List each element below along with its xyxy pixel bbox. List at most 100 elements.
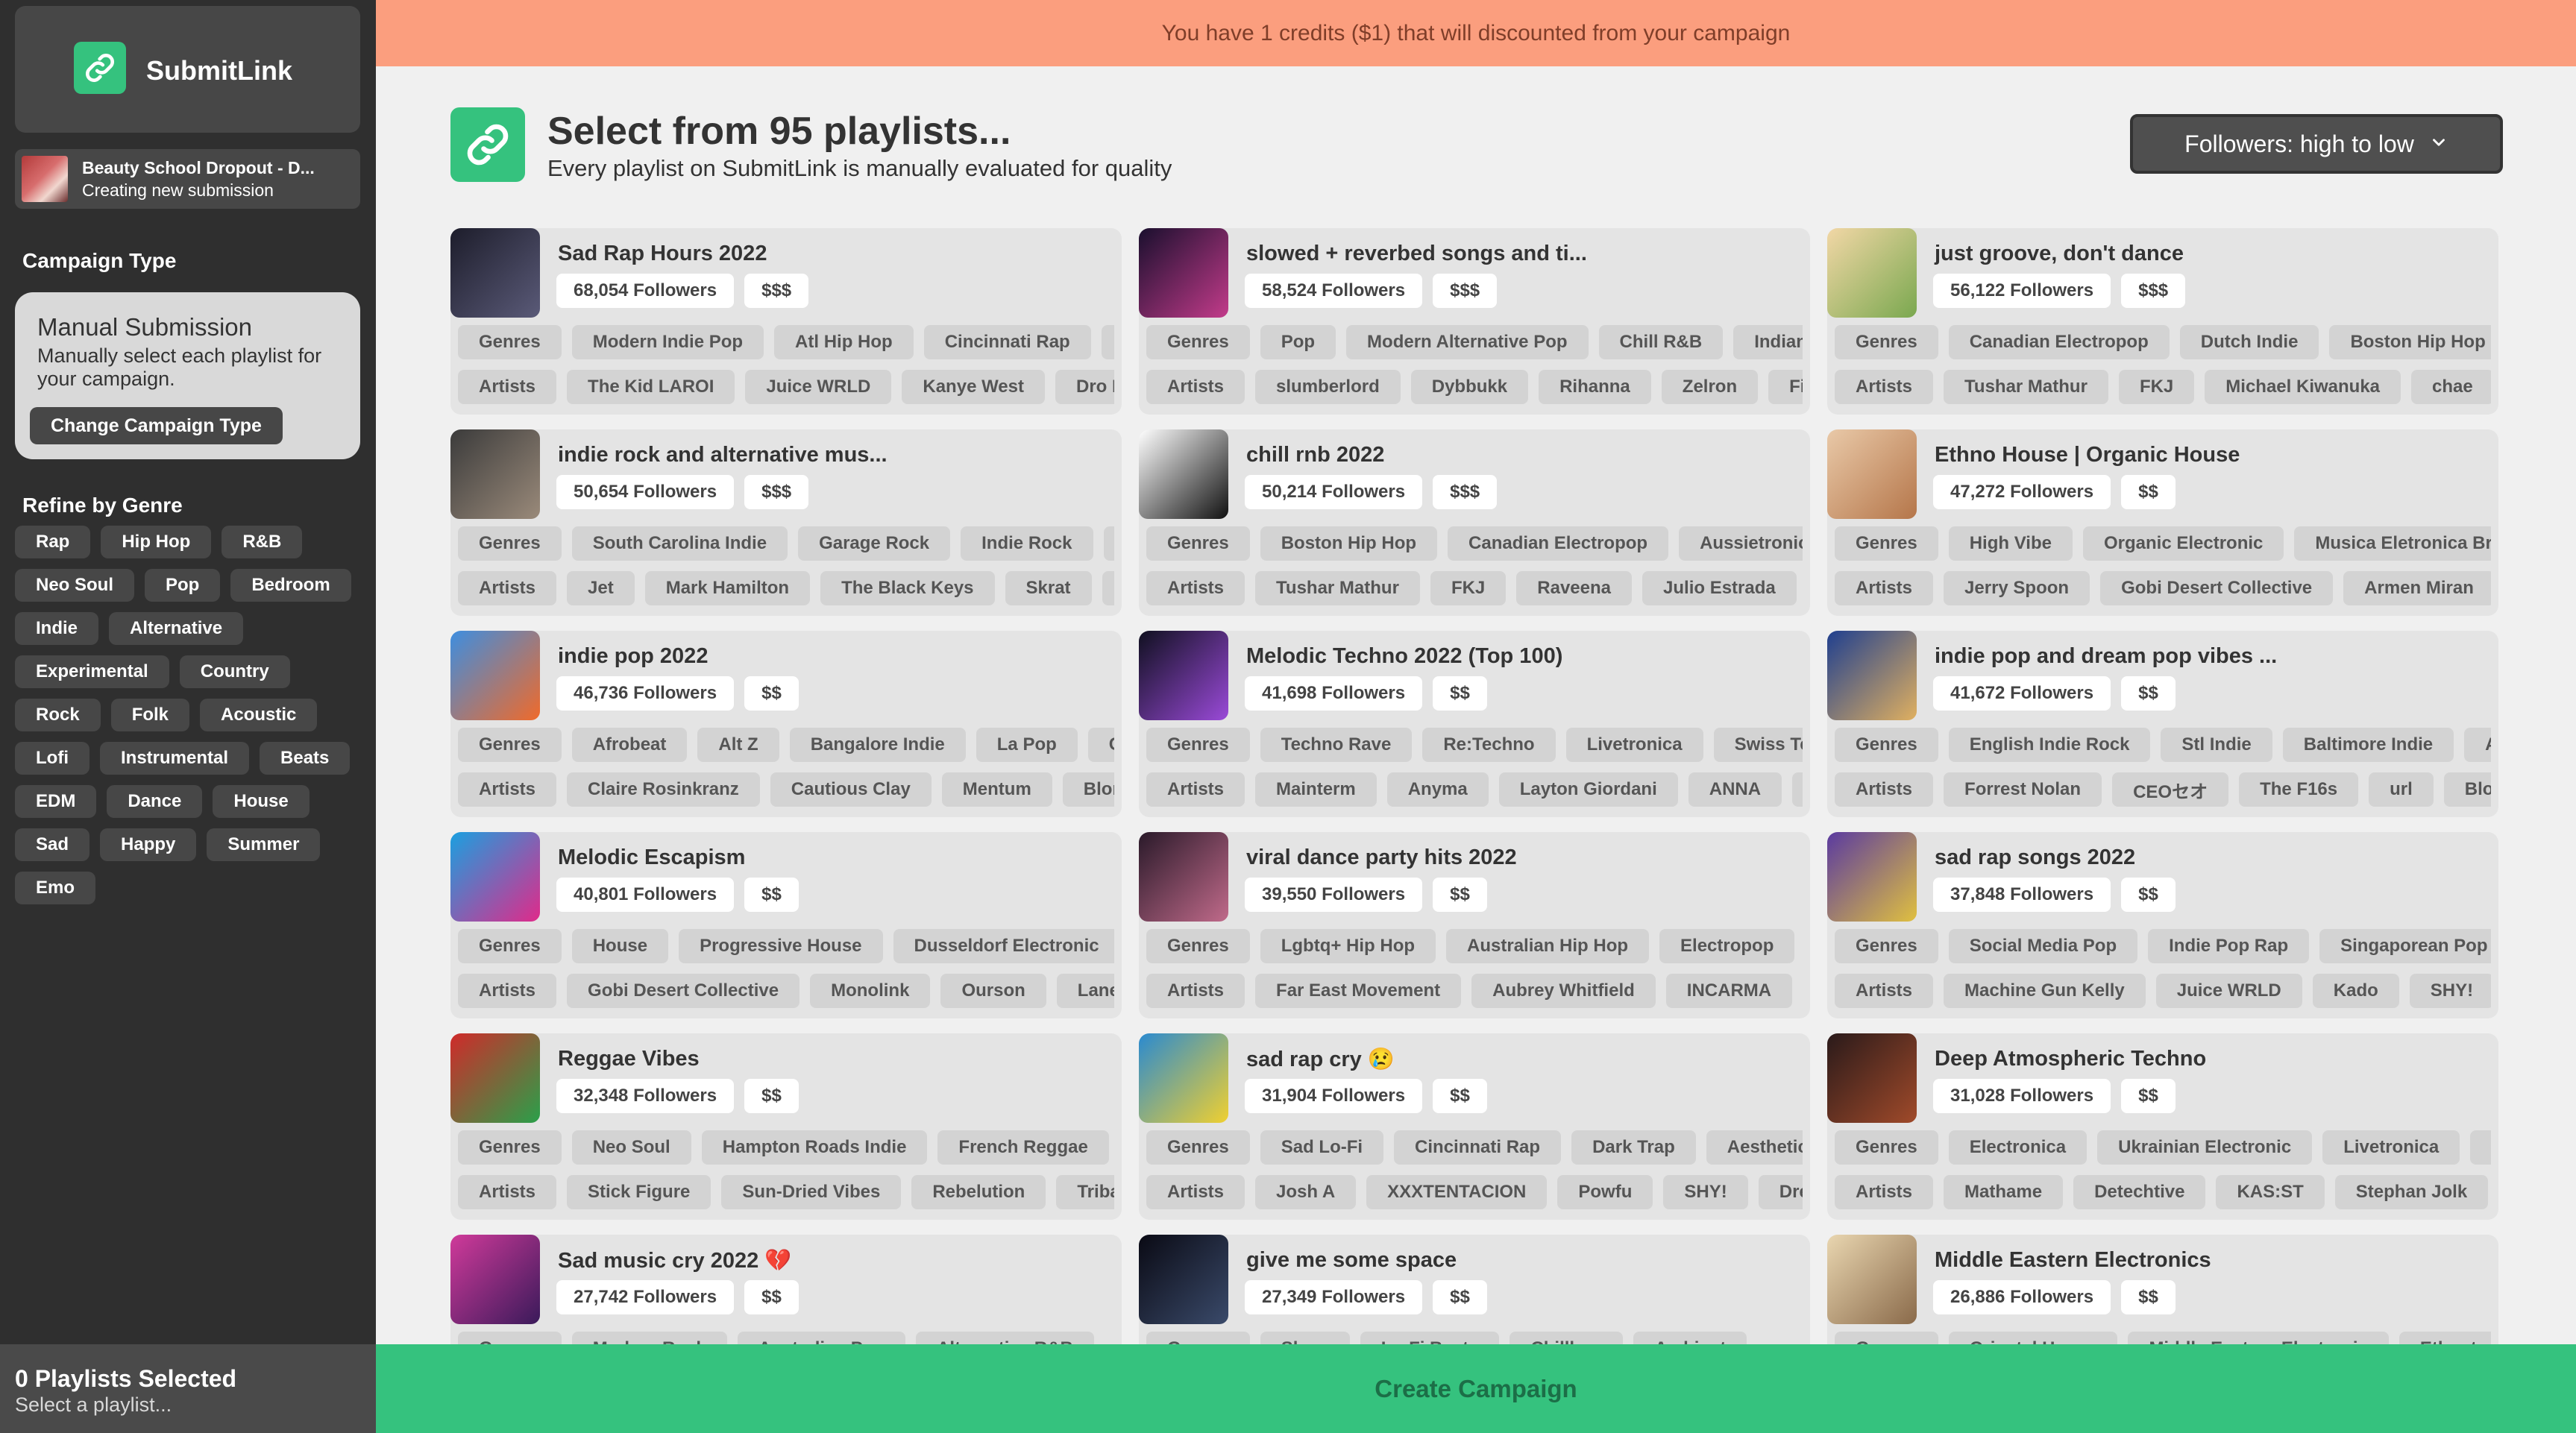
genre-chip[interactable]: Dance <box>107 785 203 818</box>
genre-tag: Pop <box>1260 325 1336 359</box>
genre-chip[interactable]: Emo <box>15 872 96 904</box>
artist-tag: Artists <box>458 974 557 1008</box>
playlist-card[interactable]: Melodic Techno 2022 (Top 100) 41,698 Foll… <box>1139 631 1810 817</box>
genre-tag: Indie Pop Rap <box>2148 929 2310 963</box>
genre-tag-row: Genres Social Media Pop Indie Pop Rap Singa… <box>1835 929 2491 963</box>
genre-chip[interactable]: Happy <box>100 828 197 861</box>
playlist-artwork <box>1827 631 1917 720</box>
genre-tag: Dark <box>2470 1130 2491 1165</box>
genre-tag: Sleep <box>1260 1332 1350 1344</box>
playlist-artwork <box>450 631 540 720</box>
playlist-card[interactable]: Deep Atmospheric Techno 31,028 Followers $… <box>1827 1033 2498 1220</box>
playlist-card[interactable]: Ethno House | Organic House 47,272 Follow… <box>1827 429 2498 616</box>
genre-tag: Canadian Electropop <box>1448 526 1669 561</box>
playlist-card[interactable]: just groove, don't dance 56,122 Followers… <box>1827 228 2498 415</box>
create-campaign-button[interactable]: Create Campaign <box>376 1344 2576 1433</box>
price-tier-badge: $$ <box>1433 878 1487 912</box>
logo-box[interactable]: SubmitLink <box>15 6 360 133</box>
genre-tag-row: Genres High Vibe Organic Electronic Musica … <box>1835 526 2491 561</box>
artist-tag-row: Artists Mathame Detechtive KAS:ST Stephan Jo… <box>1835 1175 2491 1209</box>
playlist-card[interactable]: indie pop 2022 46,736 Followers $$ Genres Af… <box>450 631 1122 817</box>
artist-tag: FKJ <box>1430 571 1507 605</box>
genre-chip[interactable]: R&B <box>222 526 303 558</box>
genre-chip[interactable]: Folk <box>110 699 190 731</box>
playlist-card[interactable]: Sad Rap Hours 2022 68,054 Followers $$$ Gen… <box>450 228 1122 415</box>
genre-chip[interactable]: Experimental <box>15 655 169 688</box>
genre-chip[interactable]: Neo Soul <box>15 569 135 602</box>
genre-chip[interactable]: EDM <box>15 785 97 818</box>
playlist-artwork <box>1139 631 1228 720</box>
artist-tag: Skrat <box>1005 571 1092 605</box>
genre-chip[interactable]: Hip Hop <box>101 526 212 558</box>
link-icon <box>450 107 525 182</box>
playlist-card[interactable]: sad rap cry 😢 31,904 Followers $$ Genres Sad… <box>1139 1033 1810 1220</box>
playlist-card[interactable]: Sad music cry 2022 💔 27,742 Followers $$ Ge… <box>450 1235 1122 1344</box>
genre-chip[interactable]: Acoustic <box>200 699 318 731</box>
playlist-card[interactable]: indie rock and alternative mus... 50,654 … <box>450 429 1122 616</box>
genre-tag-row: Genres Pop Modern Alternative Pop Chill R&B… <box>1146 325 1803 359</box>
artist-tag: Gobi Desert Collective <box>2100 571 2334 605</box>
artist-tag: The F16s <box>2239 772 2359 807</box>
playlist-card[interactable]: sad rap songs 2022 37,848 Followers $$ Genr… <box>1827 832 2498 1018</box>
playlist-badges: 26,886 Followers $$ <box>1933 1280 2176 1314</box>
genre-chip[interactable]: Rock <box>15 699 101 731</box>
genre-tag: Baltimore Indie <box>2282 728 2454 762</box>
genre-tag: Sad Lo-Fi <box>1260 1130 1384 1165</box>
follower-count-badge: 26,886 Followers <box>1933 1280 2111 1314</box>
playlist-artwork <box>1139 228 1228 318</box>
price-tier-badge: $$ <box>1433 676 1487 711</box>
genre-chip[interactable]: Summer <box>207 828 321 861</box>
follower-count-badge: 50,654 Followers <box>556 475 735 509</box>
genre-chip[interactable]: House <box>213 785 310 818</box>
price-tier-badge: $$$ <box>1433 274 1498 308</box>
genre-chip[interactable]: Pop <box>145 569 221 602</box>
genre-chip[interactable]: Beats <box>260 742 351 775</box>
genre-chip[interactable]: Alternative <box>109 612 244 645</box>
sidebar: SubmitLink Beauty School Dropout - D... … <box>0 0 376 1433</box>
playlist-name: slowed + reverbed songs and ti... <box>1246 242 1587 265</box>
genre-tag: Dark Trap <box>1571 1130 1696 1165</box>
genre-chip[interactable]: Bedroom <box>230 569 351 602</box>
genre-tag-row: Genres Lgbtq+ Hip Hop Australian Hip Hop El… <box>1146 929 1803 963</box>
genre-tag-row: Genres Modern Rock Australian Pop Alternati… <box>458 1332 1114 1344</box>
playlist-card[interactable]: give me some space 27,349 Followers $$ Genr… <box>1139 1235 1810 1344</box>
genre-tag: Ambient <box>1633 1332 1747 1344</box>
genre-chip[interactable]: Indie <box>15 612 99 645</box>
artist-tag: Filous <box>1768 370 1803 404</box>
genre-chip[interactable]: Lofi <box>15 742 89 775</box>
genre-chip[interactable]: Rap <box>15 526 91 558</box>
genre-tag: Genres <box>1146 325 1250 359</box>
playlist-card[interactable]: viral dance party hits 2022 39,550 Follow… <box>1139 832 1810 1018</box>
genre-chip[interactable]: Country <box>179 655 290 688</box>
link-icon <box>74 42 126 94</box>
playlist-card[interactable]: Reggae Vibes 32,348 Followers $$ Genres Neo … <box>450 1033 1122 1220</box>
genre-tag: Lgbtq+ Hip Hop <box>1260 929 1436 963</box>
playlist-badges: 68,054 Followers $$$ <box>556 274 809 308</box>
artist-tag: Gobi Desert Collective <box>567 974 800 1008</box>
artist-tag: chae <box>2411 370 2491 404</box>
genre-tag-row: Genres Techno Rave Re:Techno Livetronica Swi… <box>1146 728 1803 762</box>
genre-tag: Genres <box>1835 1332 1938 1344</box>
playlist-card[interactable]: slowed + reverbed songs and ti... 58,524 … <box>1139 228 1810 415</box>
artist-tag-row: Artists Stick Figure Sun-Dried Vibes Rebelu… <box>458 1175 1114 1209</box>
genre-chip[interactable]: Instrumental <box>99 742 250 775</box>
current-submission[interactable]: Beauty School Dropout - D... Creating ne… <box>15 149 360 209</box>
artist-tag: Aubrey Whitfield <box>1471 974 1656 1008</box>
artist-tag: ANNA <box>1688 772 1782 807</box>
selection-summary: 0 Playlists Selected Select a playlist..… <box>0 1344 376 1433</box>
genre-tag: Re:Techno <box>1422 728 1556 762</box>
genre-chip[interactable]: Sad <box>15 828 90 861</box>
genre-tag: Hampton Roads Indie <box>701 1130 928 1165</box>
artist-tag: Cautious Clay <box>770 772 932 807</box>
artist-tag: The Kid LAROI <box>567 370 735 404</box>
playlist-card[interactable]: indie pop and dream pop vibes ... 41,672 … <box>1827 631 2498 817</box>
change-campaign-type-button[interactable]: Change Campaign Type <box>30 407 283 444</box>
playlist-card[interactable]: chill rnb 2022 50,214 Followers $$$ Genres B… <box>1139 429 1810 616</box>
genre-tag: Ukrainian Electronic <box>2097 1130 2313 1165</box>
price-tier-badge: $$ <box>744 676 799 711</box>
playlist-card[interactable]: Melodic Escapism 40,801 Followers $$ Genres… <box>450 832 1122 1018</box>
playlist-card[interactable]: Middle Eastern Electronics 26,886 Followe… <box>1827 1235 2498 1344</box>
sort-dropdown[interactable]: Followers: high to low <box>2130 114 2503 174</box>
playlist-artwork <box>1139 1235 1228 1324</box>
playlist-badges: 27,349 Followers $$ <box>1245 1280 1487 1314</box>
